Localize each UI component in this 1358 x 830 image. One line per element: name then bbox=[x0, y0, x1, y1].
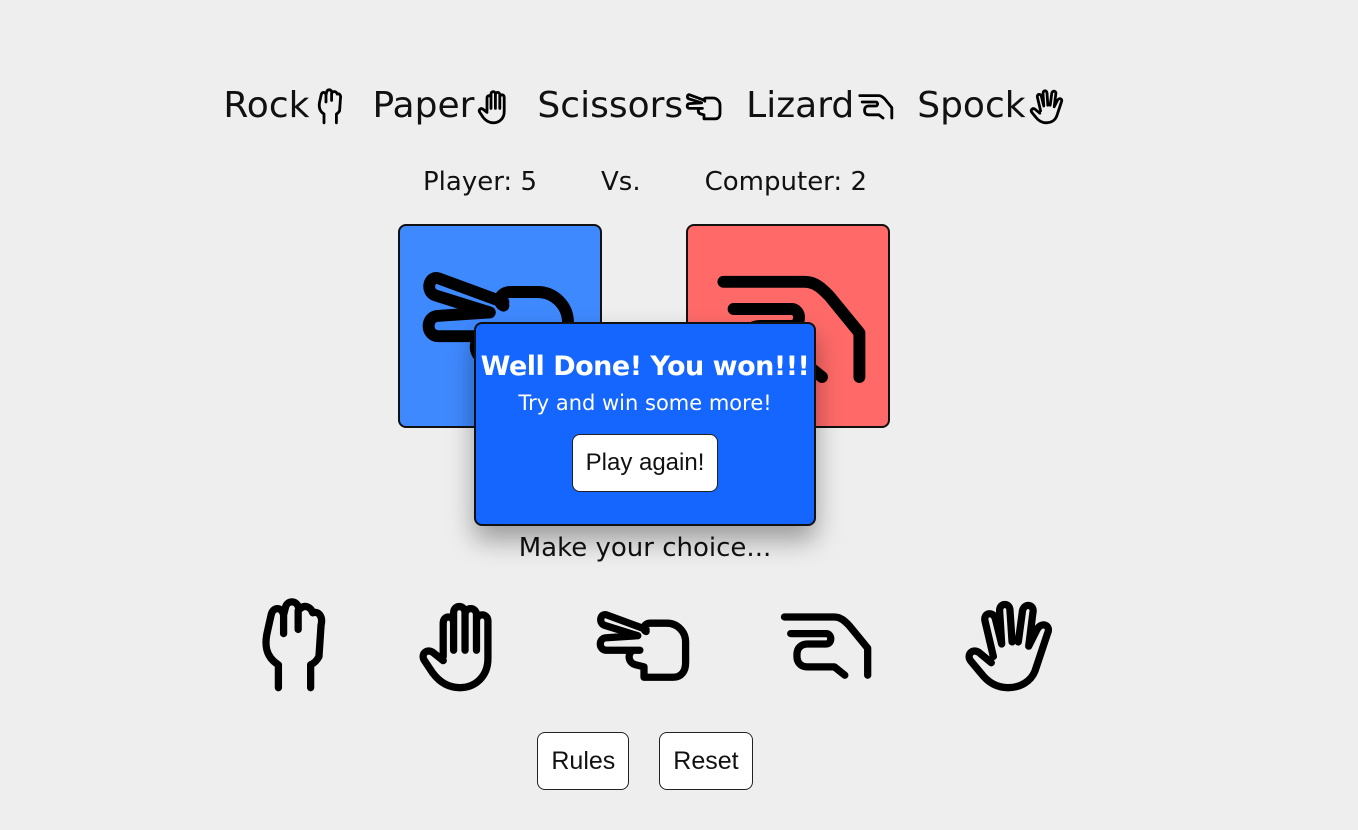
versus-label: Vs. bbox=[601, 167, 641, 197]
title-scissors-label: Scissors bbox=[537, 85, 684, 126]
spock-icon bbox=[965, 600, 1052, 692]
rock-icon bbox=[262, 598, 326, 692]
lizard-icon bbox=[858, 94, 894, 120]
title-lizard: Lizard bbox=[746, 76, 895, 136]
modal-message: Try and win some more! bbox=[518, 391, 772, 415]
rock-button[interactable] bbox=[242, 592, 346, 696]
modal-heading: Well Done! You won!!! bbox=[480, 351, 810, 382]
title-rock-label: Rock bbox=[223, 85, 310, 126]
title-spock-label: Spock bbox=[917, 85, 1026, 126]
scoreboard: Player: 5 Vs. Computer: 2 bbox=[0, 160, 1290, 204]
play-again-button[interactable]: Play again! bbox=[571, 434, 719, 492]
paper-icon bbox=[419, 602, 492, 692]
title-paper: Paper bbox=[372, 76, 515, 136]
paper-icon bbox=[478, 90, 507, 125]
title-scissors: Scissors bbox=[537, 76, 724, 136]
player-score: Player: 5 bbox=[422, 167, 538, 197]
scissors-icon bbox=[685, 93, 722, 121]
title-lizard-label: Lizard bbox=[746, 85, 855, 126]
computer-score: Computer: 2 bbox=[704, 167, 867, 197]
choice-buttons bbox=[0, 592, 1358, 696]
win-modal: Well Done! You won!!! Try and win some m… bbox=[474, 322, 816, 526]
game-app: Rock Paper Scissors Lizard Spock Player:… bbox=[0, 0, 1358, 830]
title-paper-label: Paper bbox=[372, 85, 475, 126]
rock-icon bbox=[318, 88, 343, 125]
title-rock: Rock bbox=[223, 76, 350, 136]
action-buttons: Rules Reset bbox=[0, 732, 1290, 790]
lizard-icon bbox=[780, 613, 872, 679]
title-spock: Spock bbox=[917, 76, 1066, 136]
reset-button[interactable]: Reset bbox=[659, 732, 753, 790]
page-title: Rock Paper Scissors Lizard Spock bbox=[0, 76, 1290, 136]
choice-prompt: Make your choice... bbox=[518, 533, 772, 563]
paper-button[interactable] bbox=[412, 592, 516, 696]
lizard-button[interactable] bbox=[772, 592, 876, 696]
spock-button[interactable] bbox=[958, 592, 1062, 696]
rules-button[interactable]: Rules bbox=[537, 732, 630, 790]
spock-icon bbox=[1029, 89, 1063, 125]
scissors-button[interactable] bbox=[592, 592, 696, 696]
scissors-icon bbox=[596, 611, 690, 681]
